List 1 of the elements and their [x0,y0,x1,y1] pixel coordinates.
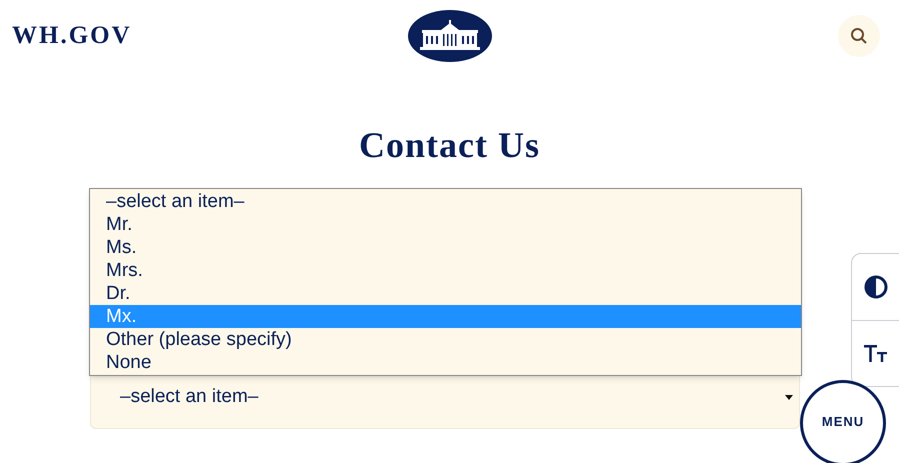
page-title: Contact Us [359,124,540,167]
